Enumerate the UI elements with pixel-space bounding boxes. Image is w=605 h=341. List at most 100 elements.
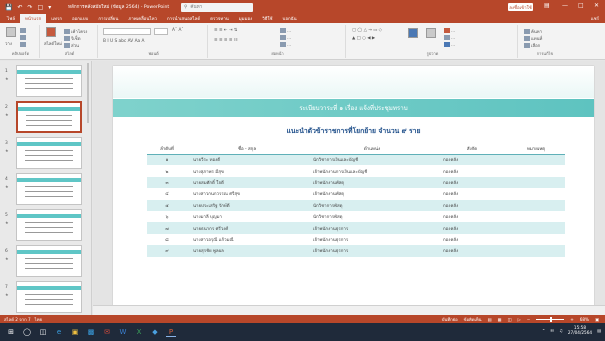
slide-thumbnail-row[interactable]: 3 ★: [0, 137, 92, 169]
quick-styles-icon[interactable]: [426, 28, 436, 38]
layout-button[interactable]: เค้าโครง: [64, 28, 87, 35]
search-icon[interactable]: ◯: [22, 327, 32, 337]
new-slide-icon[interactable]: [46, 27, 56, 37]
arrange-icon[interactable]: [408, 28, 418, 38]
ribbon-tab[interactable]: การนำเสนอสไลด์: [162, 14, 205, 23]
new-slide-button[interactable]: สไลด์ใหม่: [44, 40, 62, 47]
zoom-in-icon[interactable]: +: [570, 317, 574, 322]
network-icon[interactable]: ☷: [550, 328, 554, 333]
photos-icon[interactable]: ◆: [150, 327, 160, 337]
slide-thumbnail[interactable]: [16, 245, 82, 277]
shape-fill-button[interactable]: ...: [444, 28, 455, 34]
shapes-gallery-icon[interactable]: ▢ ◯ △ → ▭ ◇: [352, 28, 382, 33]
ribbon-tab[interactable]: แทรก: [46, 14, 67, 23]
table-row[interactable]: ๗นายธนากร ศรีวงศ์ เจ้าพนักงานธุรการ กองคลั…: [147, 222, 565, 234]
copy-icon[interactable]: [20, 35, 26, 40]
comments-button[interactable]: ข้อคิดเห็น: [464, 316, 482, 323]
bullets-icon[interactable]: ≡ ≡ ⇤ ⇥ ⇅: [214, 28, 237, 33]
redo-icon[interactable]: ↷: [28, 4, 33, 11]
find-button[interactable]: ค้นหา: [524, 28, 542, 35]
smartart-icon[interactable]: ...: [280, 42, 291, 48]
select-button[interactable]: เลือก: [524, 42, 540, 49]
search-box[interactable]: ⚲ ค้นหา: [181, 2, 253, 12]
minimize-icon[interactable]: —: [562, 2, 568, 9]
slide-thumbnail[interactable]: [16, 65, 82, 97]
notifications-icon[interactable]: ▤: [597, 328, 601, 333]
sign-in-button[interactable]: ลงชื่อเข้าใช้: [508, 3, 533, 11]
excel-icon[interactable]: X: [134, 327, 144, 337]
ribbon-tab[interactable]: ไฟล์: [2, 14, 20, 23]
slide-thumbnail-row[interactable]: 7 ★: [0, 281, 92, 313]
table-row[interactable]: ๘นางสาวอรุณี แก้วมณี เจ้าพนักงานธุรการ กอง…: [147, 233, 565, 246]
cut-icon[interactable]: [20, 28, 26, 33]
clock[interactable]: 15:58 27/04/2564: [568, 325, 592, 335]
edge-icon[interactable]: e: [54, 327, 64, 337]
explorer-icon[interactable]: ▣: [70, 327, 80, 337]
close-icon[interactable]: ✕: [594, 2, 599, 9]
zoom-out-icon[interactable]: −: [527, 317, 531, 322]
shapes-gallery-icon-2[interactable]: ▲ □ ○ ◀ ▶: [352, 36, 375, 41]
chevron-up-icon[interactable]: ⌃: [542, 328, 546, 333]
undo-icon[interactable]: ↶: [17, 4, 22, 11]
maximize-icon[interactable]: □: [578, 2, 584, 9]
mail-icon[interactable]: ✉: [102, 327, 112, 337]
slide-subtitle[interactable]: แนะนำตัวข้าราชการที่โยกย้าย จำนวน ๙ ราย: [113, 125, 594, 136]
slide-thumbnail-row[interactable]: 4 ★: [0, 173, 92, 205]
slide-thumbnail-row[interactable]: 6 ★: [0, 245, 92, 277]
grow-font-icon[interactable]: Aˆ Aˇ: [172, 28, 184, 33]
slide-thumbnail[interactable]: [16, 101, 82, 133]
table-row[interactable]: ๓นายสมศักดิ์ ใจดี เจ้าพนักงานพัสดุ กองคลัง: [147, 176, 565, 189]
font-name-dropdown[interactable]: [103, 28, 151, 35]
reading-view-icon[interactable]: ◫: [507, 317, 511, 322]
slide-thumbnail[interactable]: [16, 137, 82, 169]
share-button[interactable]: แชร์: [591, 15, 599, 22]
slide-thumbnail[interactable]: [16, 209, 82, 241]
staff-table[interactable]: ลำดับที่ ชื่อ - สกุล ตำแหน่ง สังกัด หมาย…: [147, 144, 565, 257]
slide-thumbnail[interactable]: [16, 173, 82, 205]
font-format-row[interactable]: B I U S abc AV Aa A: [103, 39, 145, 44]
align-text-icon[interactable]: ...: [280, 35, 291, 41]
present-icon[interactable]: □: [38, 4, 44, 11]
table-row[interactable]: ๖นางมาลี บุญมา นักวิชาการพัสดุ กองคลัง: [147, 210, 565, 223]
table-row[interactable]: ๙นายสุรชัย พูลผล เจ้าพนักงานธุรการ กองคลัง: [147, 245, 565, 257]
ribbon-tab[interactable]: ออกแบบ: [67, 14, 93, 23]
zoom-slider[interactable]: [536, 317, 565, 322]
notes-button[interactable]: บันทึกย่อ: [442, 316, 458, 323]
ribbon-tab[interactable]: ภาพเคลื่อนไหว: [123, 14, 162, 23]
shape-outline-button[interactable]: ...: [444, 35, 455, 41]
text-direction-icon[interactable]: ...: [280, 28, 291, 34]
reset-button[interactable]: รีเซ็ต: [64, 35, 80, 42]
ribbon-tab[interactable]: หน้าแรก: [20, 14, 47, 23]
align-icon[interactable]: ≡ ≡ ≡ ≡ ☷: [214, 38, 238, 43]
customize-icon[interactable]: ▾: [48, 4, 51, 11]
ribbon-tab[interactable]: การเปลี่ยน: [93, 14, 123, 23]
ribbon-display-icon[interactable]: ▤: [544, 2, 550, 9]
section-button[interactable]: ส่วน: [64, 42, 79, 49]
volume-icon[interactable]: ♫: [559, 328, 563, 333]
shape-effects-button[interactable]: ...: [444, 42, 455, 48]
slide-sorter-icon[interactable]: ▦: [498, 317, 502, 322]
format-painter-icon[interactable]: [20, 42, 26, 47]
paste-button[interactable]: วาง: [5, 40, 12, 47]
powerpoint-icon[interactable]: P: [166, 327, 176, 337]
save-icon[interactable]: 💾: [5, 4, 12, 11]
slide-thumbnail-row[interactable]: 5 ★: [0, 209, 92, 241]
table-row[interactable]: ๒นางสุภาพร มีสุข เจ้าพนักงานการเงินและบัญ…: [147, 165, 565, 177]
current-slide[interactable]: ระเบียบวาระที่ ๑ เรื่อง แจ้งที่ประชุมทรา…: [113, 66, 594, 313]
store-icon[interactable]: ▩: [86, 327, 96, 337]
normal-view-icon[interactable]: ▤: [488, 317, 492, 322]
zoom-level[interactable]: 68%: [580, 317, 589, 322]
ribbon-tab[interactable]: วิธีใช้: [257, 14, 277, 23]
paste-icon[interactable]: [6, 27, 16, 37]
table-row[interactable]: ๑นายวีระ ทองดี นักวิชาการเงินและบัญชี กองค…: [147, 154, 565, 166]
ribbon-tab[interactable]: บอกฉัน: [278, 14, 302, 23]
table-row[interactable]: ๕นายประเสริฐ รักษ์ดี นักวิชาการพัสดุ กองคล…: [147, 199, 565, 211]
slide-banner-text[interactable]: ระเบียบวาระที่ ๑ เรื่อง แจ้งที่ประชุมทรา…: [299, 103, 407, 113]
replace-button[interactable]: แทนที่: [524, 35, 542, 42]
slide-thumbnail-row[interactable]: 2 ★: [0, 101, 92, 133]
ribbon-tab[interactable]: ตรวจทาน: [205, 14, 234, 23]
font-size-dropdown[interactable]: [154, 28, 168, 35]
notes-bar[interactable]: [93, 305, 605, 315]
table-row[interactable]: ๔นางสาวกนกวรรณ ศรีสุข เจ้าพนักงานพัสดุ กอง…: [147, 188, 565, 200]
slideshow-icon[interactable]: ▷: [517, 317, 520, 322]
